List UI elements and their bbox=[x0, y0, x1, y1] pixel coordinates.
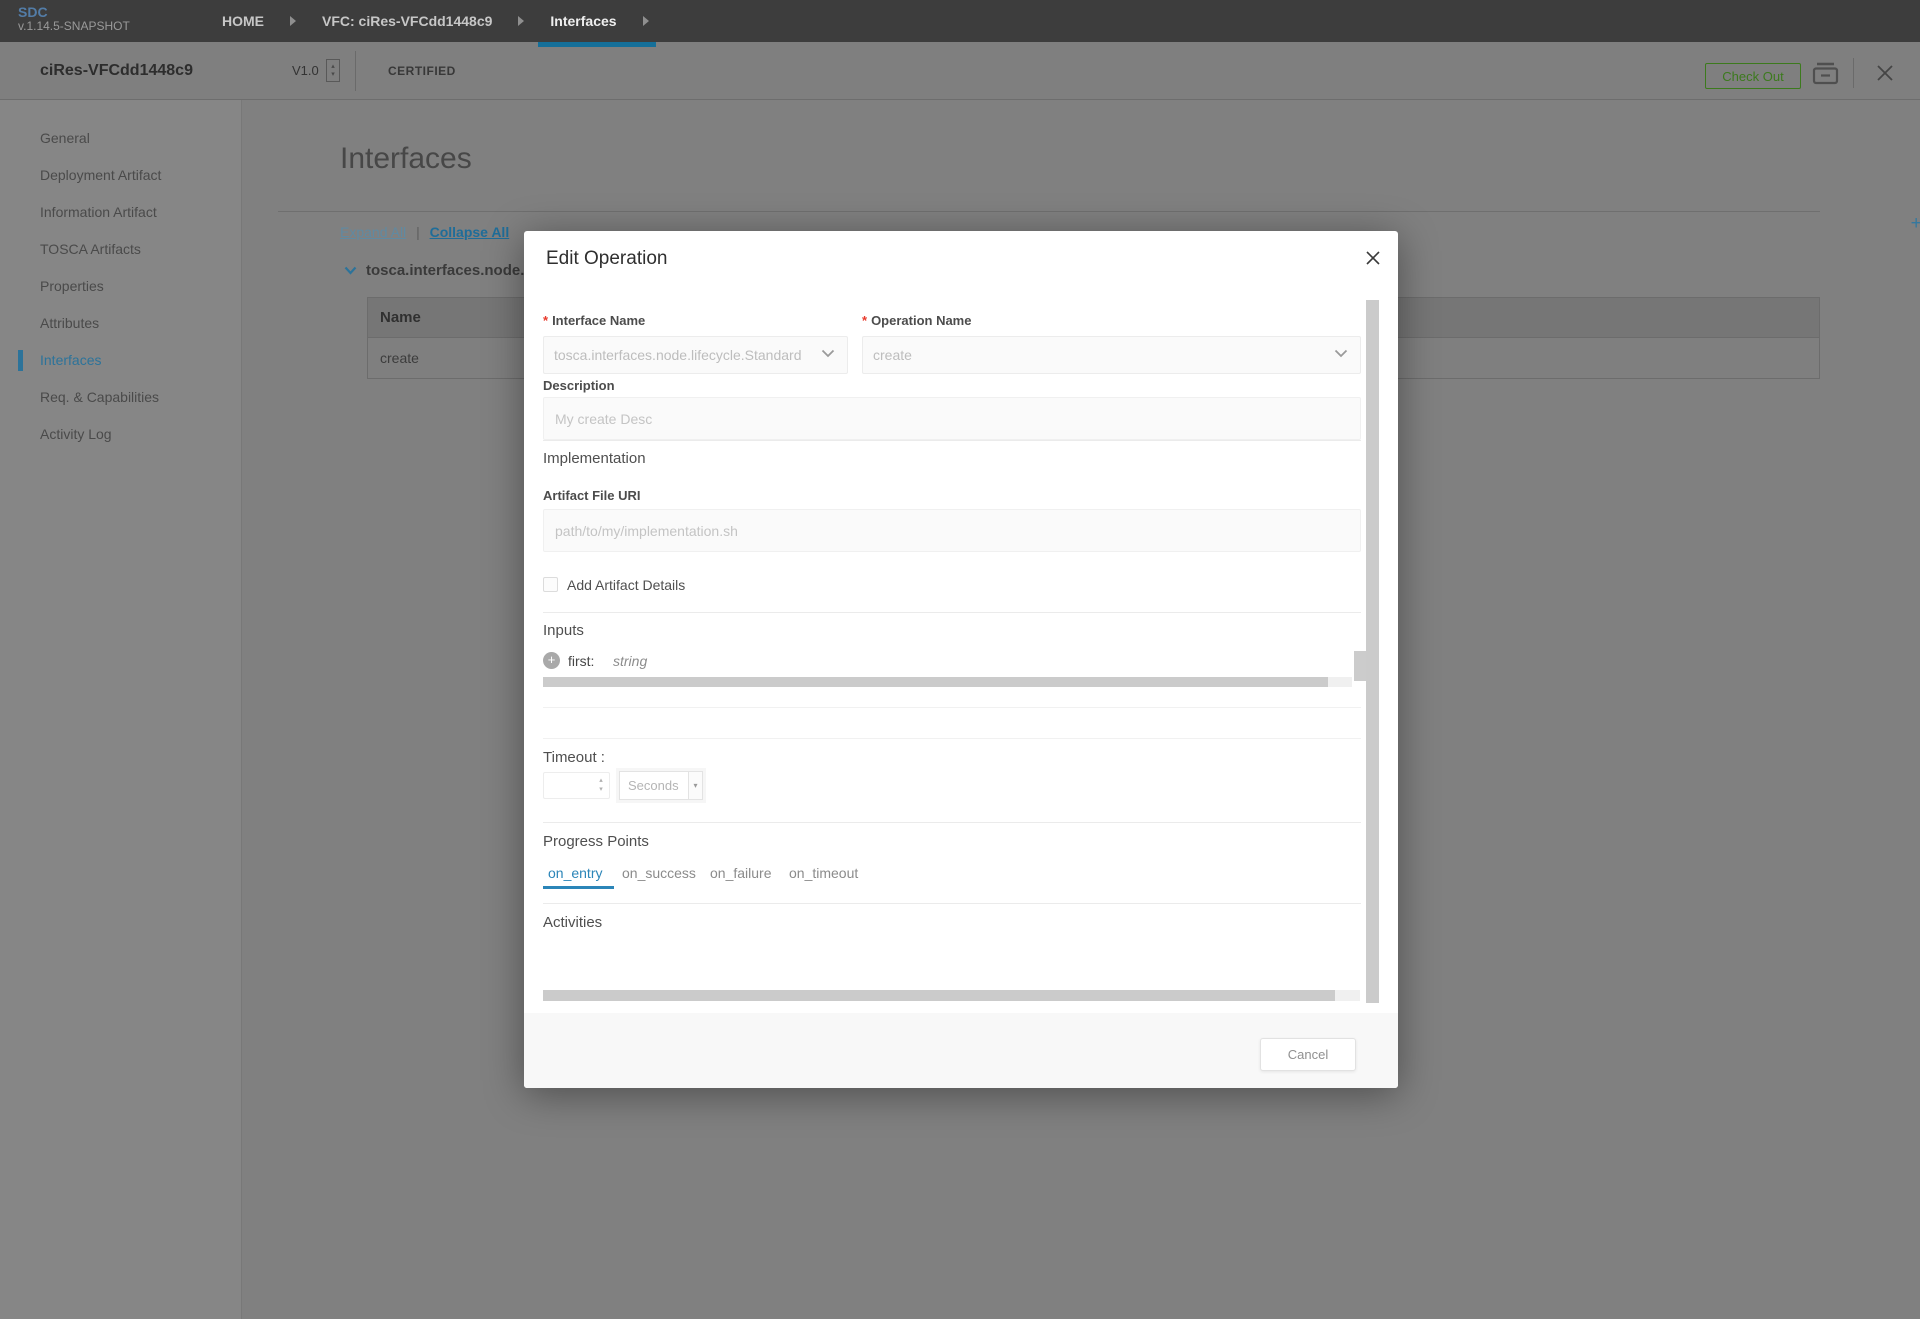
modal-close-icon[interactable] bbox=[1366, 251, 1380, 270]
expand-all-link[interactable]: Expand All bbox=[340, 224, 406, 240]
description-label: Description bbox=[543, 378, 615, 393]
add-input-icon[interactable]: + bbox=[543, 652, 560, 669]
component-header: ciRes-VFCdd1448c9 V1.0 ▴ ▾ CERTIFIED Che… bbox=[0, 42, 1920, 100]
operation-name-label: *Operation Name bbox=[862, 313, 971, 328]
sidebar: General Deployment Artifact Information … bbox=[0, 100, 242, 1319]
required-asterisk: * bbox=[543, 313, 548, 328]
chevron-down-icon[interactable] bbox=[344, 266, 357, 275]
artifact-uri-input[interactable] bbox=[543, 509, 1361, 552]
interface-name-label: *Interface Name bbox=[543, 313, 645, 328]
sidebar-item-deployment-artifact[interactable]: Deployment Artifact bbox=[0, 157, 241, 194]
cancel-button[interactable]: Cancel bbox=[1260, 1038, 1356, 1071]
archive-icon[interactable] bbox=[1812, 62, 1839, 90]
status-badge: CERTIFIED bbox=[388, 64, 456, 78]
sidebar-item-properties[interactable]: Properties bbox=[0, 268, 241, 305]
modal-bottom-scrollbar[interactable] bbox=[543, 990, 1360, 1001]
breadcrumb-arrow-icon bbox=[290, 16, 296, 26]
tab-on-success[interactable]: on_success bbox=[622, 865, 696, 881]
version-selector[interactable]: ▴ ▾ bbox=[326, 59, 340, 82]
breadcrumb-arrow-icon bbox=[643, 16, 649, 26]
app-version: v.1.14.5-SNAPSHOT bbox=[18, 20, 130, 33]
chevron-down-icon bbox=[821, 349, 835, 358]
modal-footer: Cancel bbox=[524, 1013, 1398, 1088]
tab-on-timeout[interactable]: on_timeout bbox=[789, 865, 858, 881]
interface-name-select[interactable]: tosca.interfaces.node.lifecycle.Standard bbox=[543, 336, 848, 374]
modal-vertical-scrollbar[interactable] bbox=[1366, 300, 1379, 1003]
add-artifact-details-label: Add Artifact Details bbox=[567, 577, 685, 593]
active-progress-tab-indicator bbox=[543, 886, 614, 889]
divider bbox=[1853, 58, 1854, 88]
add-artifact-details-checkbox[interactable] bbox=[543, 577, 558, 592]
divider bbox=[355, 51, 356, 91]
caret-down-icon: ▾ bbox=[331, 71, 335, 79]
sidebar-item-attributes[interactable]: Attributes bbox=[0, 305, 241, 342]
input-param-type: string bbox=[613, 653, 647, 669]
tab-on-entry[interactable]: on_entry bbox=[548, 865, 602, 881]
divider bbox=[543, 707, 1361, 708]
sidebar-item-general[interactable]: General bbox=[0, 120, 241, 157]
nav-tab-home[interactable]: HOME bbox=[212, 0, 274, 42]
description-input[interactable] bbox=[543, 397, 1361, 440]
nav-tab-vfc[interactable]: VFC: ciRes-VFCdd1448c9 bbox=[312, 0, 502, 42]
timeout-unit-select[interactable]: Seconds ▾ bbox=[619, 771, 703, 800]
sidebar-item-interfaces[interactable]: Interfaces bbox=[0, 342, 241, 379]
app-name: SDC bbox=[18, 5, 130, 20]
timeout-stepper[interactable]: ▴ ▾ bbox=[594, 773, 608, 798]
page-title: Interfaces bbox=[340, 142, 472, 176]
inputs-horizontal-scrollbar[interactable] bbox=[543, 677, 1352, 687]
component-title: ciRes-VFCdd1448c9 bbox=[40, 62, 193, 80]
activities-heading: Activities bbox=[543, 914, 602, 931]
modal-title: Edit Operation bbox=[546, 248, 667, 270]
divider bbox=[543, 738, 1361, 739]
caret-down-icon: ▾ bbox=[599, 786, 603, 794]
link-separator: | bbox=[416, 224, 420, 240]
collapse-all-link[interactable]: Collapse All bbox=[430, 224, 510, 240]
edit-operation-modal: Edit Operation *Interface Name *Operatio… bbox=[524, 231, 1398, 1088]
active-tab-indicator bbox=[538, 42, 656, 47]
plus-icon: + bbox=[1911, 213, 1920, 234]
chevron-down-icon bbox=[1334, 349, 1348, 358]
operation-name-select[interactable]: create bbox=[862, 336, 1361, 374]
top-nav-bar: SDC v.1.14.5-SNAPSHOT HOME VFC: ciRes-VF… bbox=[0, 0, 1920, 42]
close-icon[interactable] bbox=[1877, 65, 1893, 86]
nav-tab-interfaces[interactable]: Interfaces bbox=[540, 0, 626, 42]
sidebar-item-information-artifact[interactable]: Information Artifact bbox=[0, 194, 241, 231]
check-out-button[interactable]: Check Out bbox=[1705, 63, 1801, 89]
progress-points-heading: Progress Points bbox=[543, 833, 649, 850]
sidebar-item-activity-log[interactable]: Activity Log bbox=[0, 416, 241, 453]
breadcrumb-arrow-icon bbox=[518, 16, 524, 26]
divider bbox=[543, 440, 1361, 441]
divider bbox=[543, 822, 1361, 823]
timeout-heading: Timeout : bbox=[543, 749, 605, 766]
divider bbox=[543, 612, 1361, 613]
required-asterisk: * bbox=[862, 313, 867, 328]
version-label: V1.0 bbox=[292, 63, 319, 78]
breadcrumb: HOME VFC: ciRes-VFCdd1448c9 Interfaces bbox=[212, 0, 665, 42]
add-operation-button[interactable]: +Add Operation bbox=[1682, 213, 1920, 235]
sidebar-item-tosca-artifacts[interactable]: TOSCA Artifacts bbox=[0, 231, 241, 268]
divider bbox=[543, 903, 1361, 904]
inputs-vertical-scrollbar[interactable] bbox=[1354, 651, 1366, 681]
implementation-heading: Implementation bbox=[543, 450, 646, 467]
artifact-uri-label: Artifact File URI bbox=[543, 488, 641, 503]
divider bbox=[278, 211, 1820, 212]
caret-up-icon: ▴ bbox=[331, 63, 335, 71]
inputs-heading: Inputs bbox=[543, 622, 584, 639]
sidebar-item-req-capabilities[interactable]: Req. & Capabilities bbox=[0, 379, 241, 416]
tab-on-failure[interactable]: on_failure bbox=[710, 865, 772, 881]
input-param-name[interactable]: first: bbox=[568, 653, 594, 669]
caret-up-icon: ▴ bbox=[599, 777, 603, 785]
app-logo: SDC v.1.14.5-SNAPSHOT bbox=[18, 5, 130, 34]
caret-down-icon: ▾ bbox=[688, 772, 702, 799]
